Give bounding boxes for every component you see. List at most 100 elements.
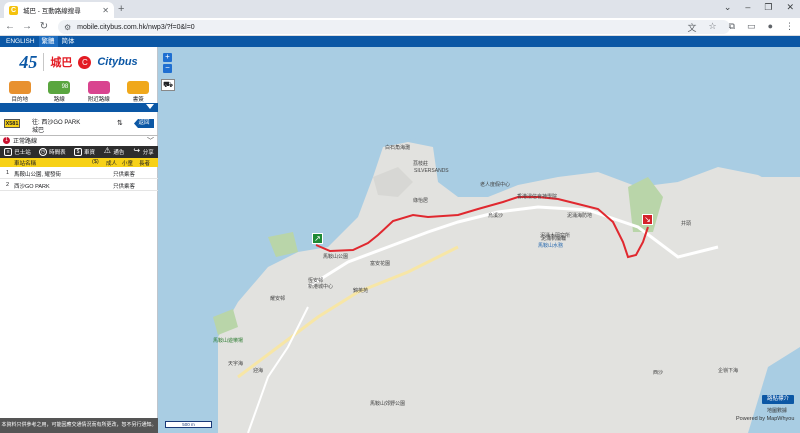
col-stop: 車站名稱 — [14, 161, 37, 167]
left-panel: 45 城巴 C Citybus 目的地 98 路線 附近路線 書簽 X581 往… — [0, 47, 158, 433]
map-canvas — [158, 47, 800, 433]
route-map[interactable]: ↗ ↘ 白石角海灘 荔枝莊 SILVERSANDS 老人度假中心 香港浸信會神學… — [158, 47, 800, 433]
direction-selector[interactable]: 1 正常路線 ﹀ — [0, 135, 158, 145]
menu-bookmark[interactable]: 書簽 — [120, 81, 156, 103]
main-menu: 目的地 98 路線 附近路線 書簽 — [0, 81, 158, 104]
tab-search-icon[interactable]: ⌄ — [724, 2, 732, 13]
browser-tab[interactable]: C 城巴 - 互動路線搜尋 ✕ — [4, 2, 114, 18]
close-window-icon[interactable]: ✕ — [786, 2, 794, 13]
map-label: 烏溪沙 — [488, 213, 504, 219]
direction-label: 正常路線 — [13, 138, 38, 145]
bookmark-icon — [127, 81, 150, 94]
stop-name: 西沙GO PARK — [14, 184, 50, 190]
address-bar[interactable]: ⚙ mobile.citybus.com.hk/nwp3/?f=0&l=0 — [58, 20, 730, 34]
chevron-down-icon — [146, 104, 154, 109]
action-timetable[interactable]: ◷ 時間表 — [39, 148, 66, 156]
restore-icon[interactable]: ❐ — [764, 2, 772, 13]
action-share[interactable]: ↪ 分享 — [133, 146, 153, 157]
bus-route-icon: 98 — [48, 81, 71, 94]
map-label: 西沙 — [653, 370, 664, 376]
clock-icon: ◷ — [39, 148, 48, 156]
map-label: 香港浸信會神學院 — [517, 194, 558, 200]
map-label: 綠怡居 — [413, 198, 429, 204]
scale-bar: 500 m — [165, 421, 212, 428]
sidepanel-icon[interactable]: ▭ — [747, 21, 756, 34]
zoom-out-button[interactable]: − — [163, 64, 172, 73]
col-child: 小童 — [122, 161, 134, 167]
reload-icon[interactable]: ↻ — [37, 21, 51, 32]
tab-title: 城巴 - 互動路線搜尋 — [23, 8, 81, 15]
map-label: 老人度假中心 — [480, 182, 511, 188]
url-text: mobile.citybus.com.hk/nwp3/?f=0&l=0 — [77, 23, 195, 31]
map-label: 馬鞍山水務 — [538, 243, 564, 249]
map-powered-by: Powered by MapWhyou — [736, 416, 795, 422]
start-marker-icon[interactable]: ↗ — [312, 233, 323, 244]
stop-fare: 只供乘客 — [113, 172, 136, 178]
col-fare: ($) — [92, 159, 99, 165]
table-row[interactable]: 1 馬鞍山公園, 耀發街 只供乘客 — [0, 167, 158, 179]
menu-destination[interactable]: 目的地 — [2, 81, 38, 103]
legend-button[interactable]: 路點標介 — [762, 395, 794, 404]
route-operator: 城巴 — [32, 128, 45, 134]
minimize-icon[interactable]: – — [745, 2, 750, 13]
menu-dropdown-bar[interactable] — [0, 103, 158, 112]
menu-icon[interactable]: ⋮ — [785, 21, 794, 34]
browser-toolbar: ← → ↻ ⚙ mobile.citybus.com.hk/nwp3/?f=0&… — [0, 18, 800, 36]
map-label: 荔枝莊 — [413, 161, 429, 167]
direction-number: 1 — [3, 136, 10, 144]
translate-icon[interactable]: 文 — [688, 21, 697, 34]
end-marker-icon[interactable]: ↘ — [642, 214, 653, 225]
lang-english[interactable]: ENGLISH — [3, 36, 38, 47]
brand-header: 45 城巴 C Citybus — [0, 47, 157, 77]
map-label: 白石角海灘 — [385, 145, 411, 151]
lang-simplified[interactable]: 简体 — [59, 36, 78, 47]
browser-tab-bar: C 城巴 - 互動路線搜尋 ✕ + ⌄ – ❐ ✕ — [0, 0, 800, 18]
swap-direction-icon[interactable]: ⇅ — [117, 119, 123, 127]
action-fare[interactable]: $ 車資 — [73, 148, 95, 156]
chevron-down-icon: ﹀ — [147, 138, 154, 145]
map-label: 錦英苑 — [353, 288, 369, 294]
action-notice[interactable]: ⚠ 通告 — [103, 146, 125, 157]
stop-seq: 1 — [6, 170, 10, 176]
tab-close-icon[interactable]: ✕ — [102, 6, 109, 15]
map-label: 馬鞍山郊野公園 — [370, 401, 406, 407]
map-label: 泥涌海防地 — [567, 213, 593, 219]
forward-icon[interactable]: → — [20, 21, 34, 32]
map-label: 馬鞍山遊樂場 — [213, 338, 244, 344]
map-label: 泥涌木研究所 — [540, 233, 571, 239]
route-actions-bar: ≡ 巴士站 ◷ 時間表 $ 車資 ⚠ 通告 ↪ 分享 — [0, 146, 158, 158]
star-icon[interactable]: ☆ — [709, 21, 717, 34]
profile-icon[interactable]: ● — [768, 21, 773, 34]
action-bus-stop[interactable]: ≡ 巴士站 — [4, 148, 31, 156]
back-icon[interactable]: ← — [3, 21, 17, 32]
back-button[interactable]: 返回 — [134, 119, 154, 128]
map-copyright: 地圖數據 — [767, 408, 788, 414]
map-label: 井頭 — [681, 221, 692, 227]
map-label: 迎海 — [253, 368, 264, 374]
extensions-icon[interactable]: ⧉ — [729, 21, 735, 34]
layer-switch-icon[interactable]: ⛟ — [161, 79, 175, 91]
walker-icon — [87, 81, 110, 94]
menu-nearby[interactable]: 附近路線 — [81, 81, 117, 103]
lang-traditional[interactable]: 繁體 — [38, 36, 58, 47]
table-row[interactable]: 2 西沙GO PARK 只供乘客 — [0, 179, 158, 191]
map-label: 新港城中心 — [308, 284, 334, 290]
new-tab-button[interactable]: + — [118, 3, 124, 15]
favicon-icon: C — [9, 5, 18, 15]
brand-cn-name: 城巴 — [50, 57, 73, 69]
window-controls: ⌄ – ❐ ✕ — [724, 2, 794, 13]
map-label: 天宇海 — [228, 361, 244, 367]
map-label: 耀安邨 — [270, 296, 286, 302]
map-label: 企嶺下海 — [718, 368, 739, 374]
pin-icon — [8, 81, 31, 94]
toolbar-actions: 文 ☆ ⧉ ▭ ● ⋮ — [688, 21, 794, 34]
share-icon: ↪ — [133, 146, 141, 155]
warning-icon: ⚠ — [103, 146, 111, 155]
site-info-icon[interactable]: ⚙ — [64, 23, 71, 32]
stop-fare: 只供乘客 — [113, 184, 136, 190]
zoom-in-button[interactable]: + — [163, 53, 172, 62]
menu-route[interactable]: 98 路線 — [41, 81, 77, 104]
bus-stop-icon: ≡ — [4, 148, 13, 156]
anniversary-logo-icon: 45 — [19, 51, 38, 72]
brand-en-name: Citybus — [97, 56, 138, 68]
